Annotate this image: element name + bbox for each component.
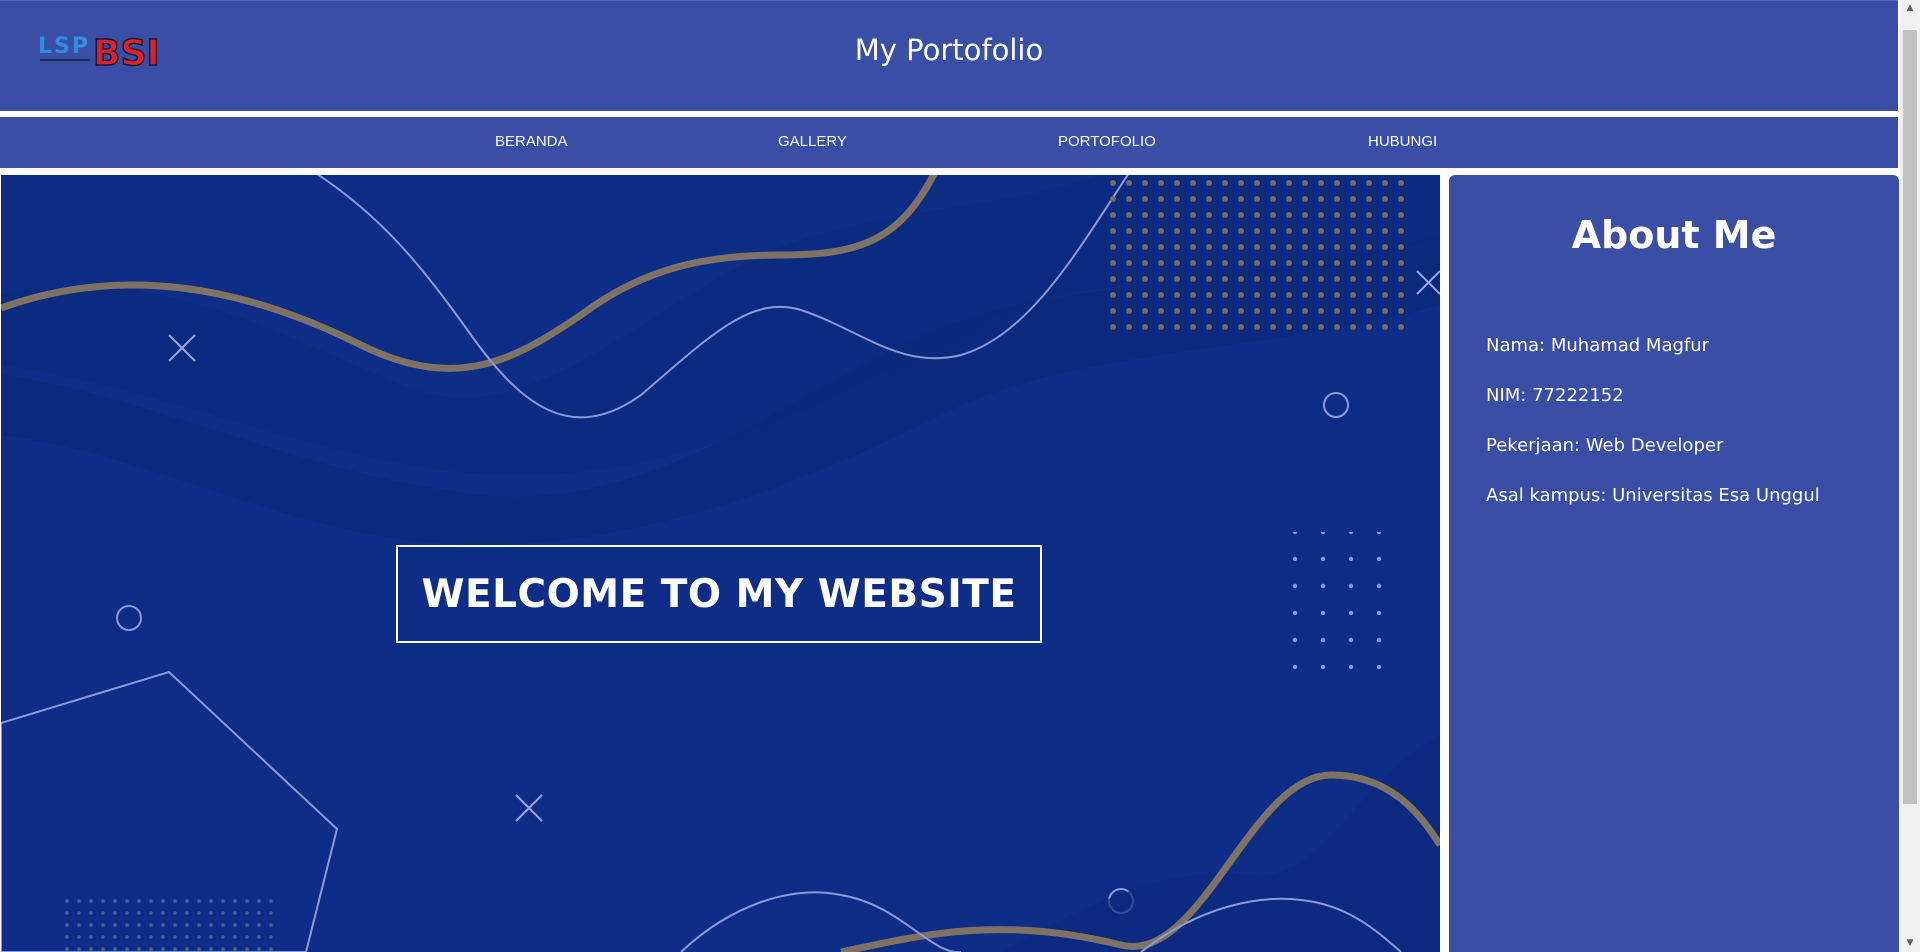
- welcome-heading: WELCOME TO MY WEBSITE: [421, 571, 1017, 617]
- welcome-banner: WELCOME TO MY WEBSITE: [396, 545, 1042, 643]
- scrollbar-thumb[interactable]: [1903, 30, 1917, 804]
- triangle-up-icon[interactable]: ▲: [1900, 0, 1920, 17]
- vertical-scrollbar[interactable]: ▲ ▼: [1900, 0, 1920, 952]
- nav-item-portofolio[interactable]: PORTOFOLIO: [1058, 133, 1156, 150]
- site-header: LSP BSI My Portofolio: [0, 1, 1898, 111]
- site-title: My Portofolio: [854, 33, 1044, 67]
- about-campus: Asal kampus: Universitas Esa Unggul: [1486, 485, 1820, 506]
- hero-banner: WELCOME TO MY WEBSITE: [1, 175, 1440, 952]
- about-name: Nama: Muhamad Magfur: [1486, 335, 1710, 356]
- about-title: About Me: [1571, 213, 1777, 257]
- nav-item-beranda[interactable]: BERANDA: [495, 133, 568, 150]
- about-nim: NIM: 77222152: [1486, 385, 1624, 406]
- nav-item-gallery[interactable]: GALLERY: [778, 133, 847, 150]
- about-me-panel: About Me Nama: Muhamad Magfur NIM: 77222…: [1449, 175, 1899, 952]
- main-nav: BERANDA GALLERY PORTOFOLIO HUBUNGI: [0, 117, 1898, 168]
- triangle-down-icon[interactable]: ▼: [1900, 935, 1920, 952]
- about-job: Pekerjaan: Web Developer: [1486, 435, 1724, 456]
- nav-item-hubungi[interactable]: HUBUNGI: [1368, 133, 1437, 150]
